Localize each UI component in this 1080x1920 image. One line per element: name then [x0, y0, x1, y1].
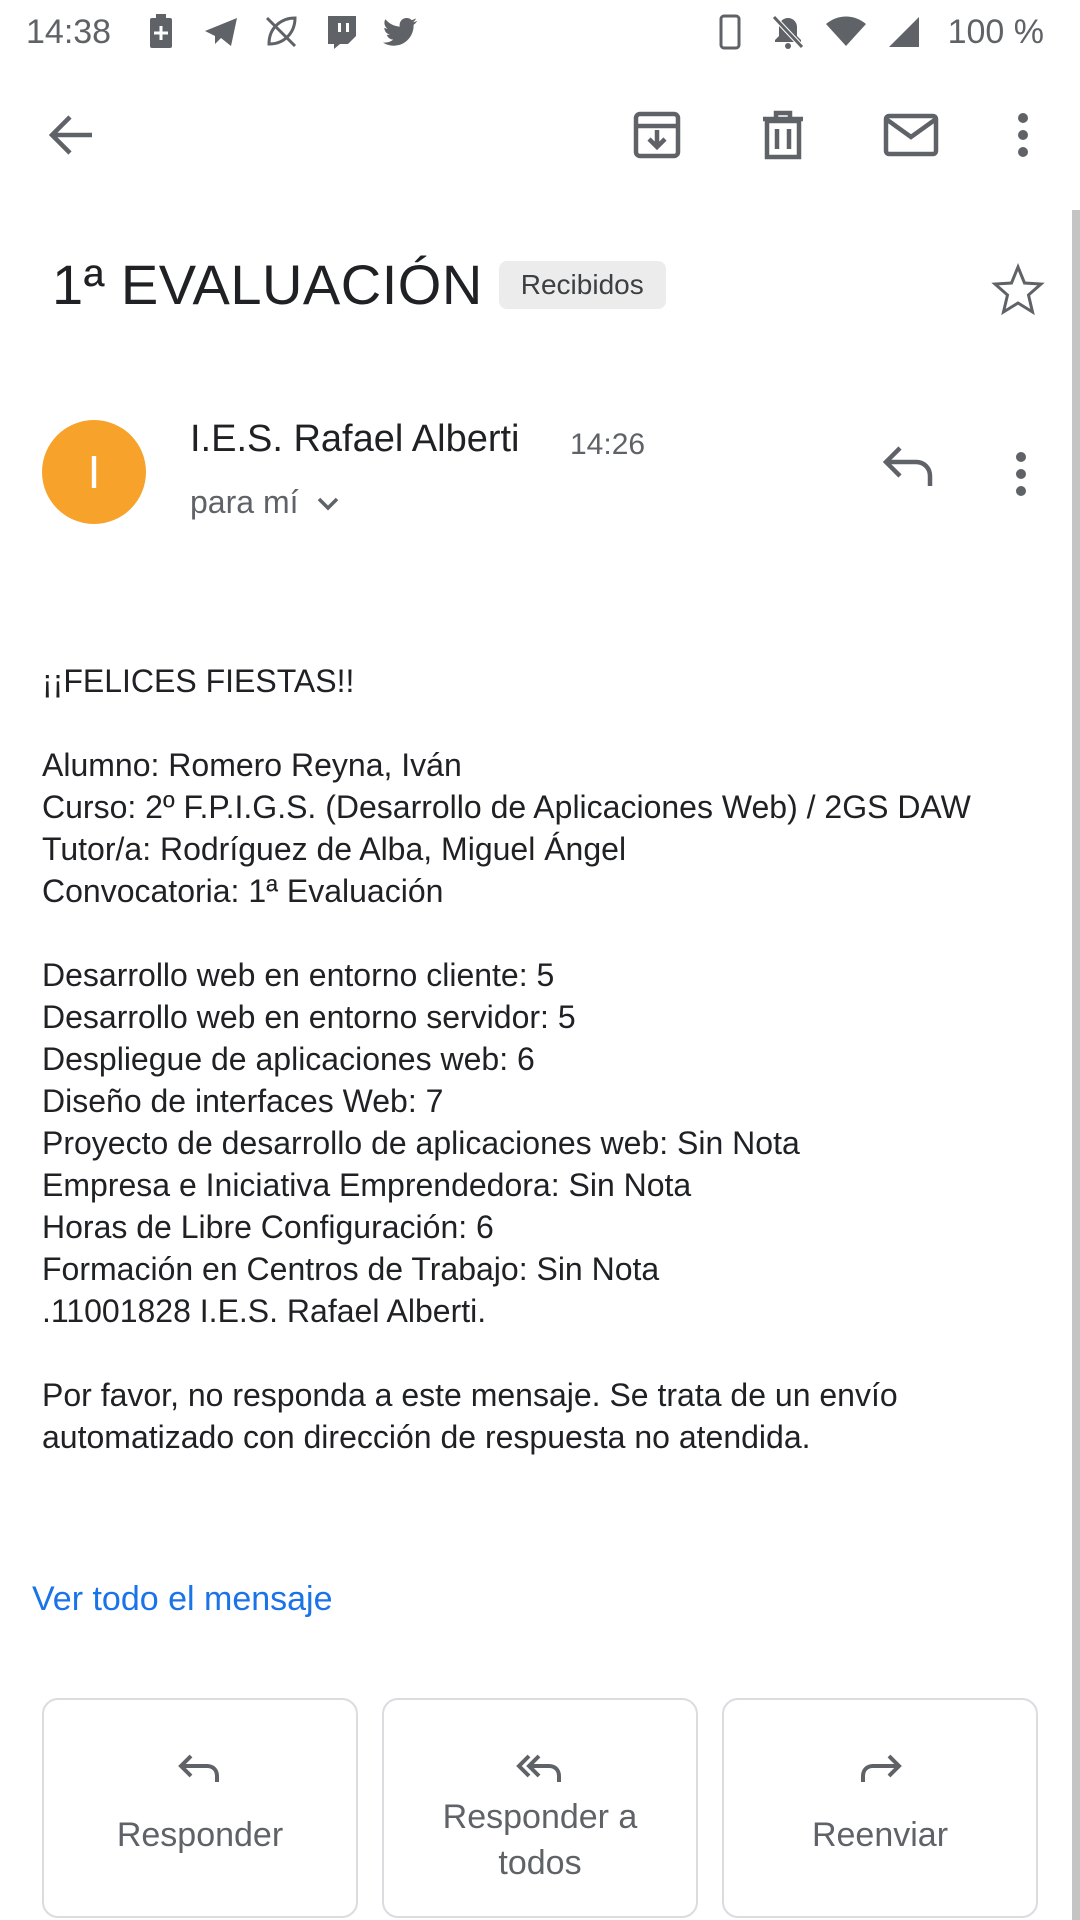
forward-icon	[855, 1744, 905, 1794]
reply-icon[interactable]	[880, 442, 944, 506]
email-time: 14:26	[570, 428, 646, 461]
body-course: Curso: 2º F.P.I.G.S. (Desarrollo de Apli…	[42, 789, 971, 825]
grade-line: Empresa e Iniciativa Emprendedora: Sin N…	[42, 1167, 692, 1203]
email-subject: 1ª EVALUACIÓN	[52, 253, 483, 316]
reply-all-button[interactable]: Responder a todos	[382, 1698, 698, 1918]
archive-icon[interactable]	[622, 100, 692, 170]
sender-name: I.E.S. Rafael Alberti	[190, 418, 520, 460]
grade-line: Desarrollo web en entorno servidor: 5	[42, 999, 576, 1035]
reply-all-icon	[515, 1744, 565, 1794]
recipient-details[interactable]: para mí	[190, 484, 342, 521]
scrollbar[interactable]	[1072, 210, 1080, 1920]
status-right: 100 %	[692, 12, 1044, 52]
more-vert-icon[interactable]	[988, 100, 1058, 170]
wifi-icon	[825, 12, 866, 52]
grade-line: Proyecto de desarrollo de aplicaciones w…	[42, 1125, 800, 1161]
star-icon[interactable]	[990, 262, 1046, 318]
signal-icon	[884, 12, 924, 52]
body-greeting: ¡¡FELICES FIESTAS!!	[42, 663, 355, 699]
chevron-down-icon	[314, 489, 342, 517]
delete-icon[interactable]	[748, 100, 818, 170]
avatar[interactable]: I	[42, 420, 146, 524]
body-tutor: Tutor/a: Rodríguez de Alba, Miguel Ángel	[42, 831, 627, 867]
recipient-label: para mí	[190, 484, 299, 520]
phone-vibrate-icon	[710, 12, 750, 52]
grade-line: Despliegue de aplicaciones web: 6	[42, 1041, 535, 1077]
view-full-message-link[interactable]: Ver todo el mensaje	[32, 1580, 333, 1619]
status-bar: 14:38 100 %	[0, 0, 1080, 64]
message-more-icon[interactable]	[1006, 444, 1036, 504]
label-chip[interactable]: Recibidos	[498, 260, 666, 309]
toolbar	[0, 64, 1080, 204]
forward-label: Reenviar	[811, 1816, 949, 1854]
body-signature: .11001828 I.E.S. Rafael Alberti.	[42, 1293, 487, 1329]
forward-button[interactable]: Reenviar	[722, 1698, 1038, 1918]
twitch-icon	[321, 12, 361, 52]
reply-label: Responder	[116, 1816, 284, 1854]
body-student: Alumno: Romero Reyna, Iván	[42, 747, 462, 783]
battery-percent: 100 %	[947, 12, 1044, 51]
reply-all-label: Responder a todos	[442, 1798, 638, 1882]
body-session: Convocatoria: 1ª Evaluación	[42, 873, 444, 909]
grade-line: Formación en Centros de Trabajo: Sin Not…	[42, 1251, 660, 1287]
reply-icon	[175, 1744, 225, 1794]
grade-line: Diseño de interfaces Web: 7	[42, 1083, 444, 1119]
body-footer: Por favor, no responda a este mensaje. S…	[42, 1377, 898, 1455]
email-body: ¡¡FELICES FIESTAS!! Alumno: Romero Reyna…	[42, 660, 1022, 1458]
telegram-icon	[201, 12, 241, 52]
reply-button[interactable]: Responder	[42, 1698, 358, 1918]
twitter-icon	[381, 12, 421, 52]
battery-saver-icon	[141, 12, 181, 52]
mark-unread-icon[interactable]	[876, 100, 946, 170]
back-arrow-icon[interactable]	[36, 100, 106, 170]
grade-line: Desarrollo web en entorno cliente: 5	[42, 957, 555, 993]
leaf-app-icon	[261, 12, 301, 52]
status-time: 14:38	[26, 12, 112, 51]
subject-row: 1ª EVALUACIÓN Recibidos	[52, 252, 666, 317]
grade-line: Horas de Libre Configuración: 6	[42, 1209, 494, 1245]
status-left: 14:38	[26, 12, 441, 52]
notifications-off-icon	[768, 12, 808, 52]
